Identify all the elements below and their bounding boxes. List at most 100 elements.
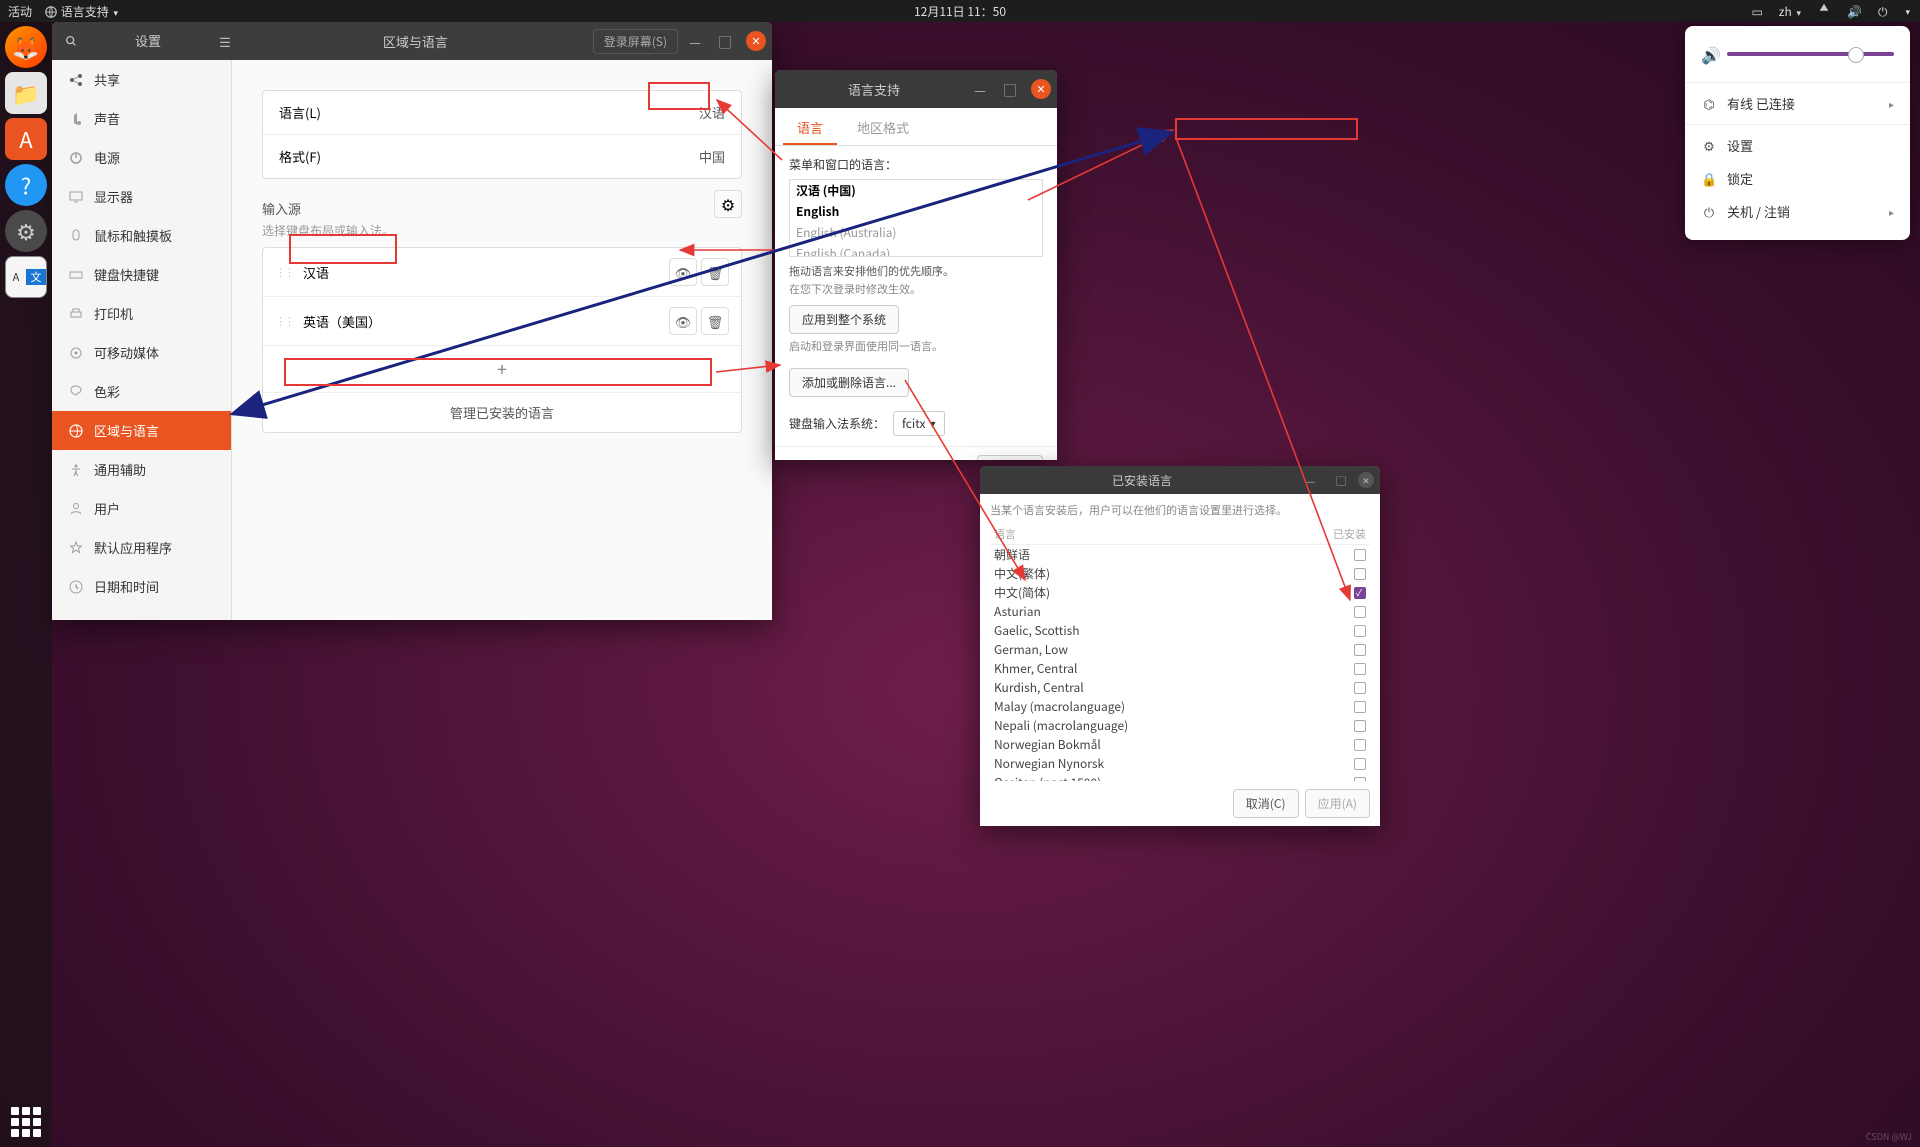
input-source-row[interactable]: ⋮⋮ 英语（美国） 👁 🗑 (263, 297, 741, 346)
input-source-settings-button[interactable]: ⚙ (714, 190, 742, 218)
list-item[interactable]: Occitan (post 1500) (990, 773, 1370, 781)
checkbox[interactable] (1354, 606, 1366, 618)
preview-icon[interactable]: 👁 (669, 258, 697, 286)
list-item[interactable]: 朝鲜语 (990, 545, 1370, 564)
list-item[interactable]: 中文(简体) (990, 583, 1370, 602)
list-item[interactable]: English (Canada) (790, 243, 1042, 257)
close-icon[interactable]: ✕ (1031, 79, 1051, 99)
dock-help-icon[interactable]: ? (5, 164, 47, 206)
ime-select[interactable]: fcitx▾ (893, 411, 945, 436)
installed-list[interactable]: 朝鲜语中文(繁体)中文(简体)AsturianGaelic, ScottishG… (990, 545, 1370, 781)
list-item[interactable]: English (Australia) (790, 222, 1042, 243)
close-icon[interactable]: ✕ (746, 31, 766, 51)
datetime-label[interactable]: 12月11日 11：50 (914, 3, 1006, 20)
sidebar-item-mouse[interactable]: 鼠标和触摸板 (52, 216, 231, 255)
drag-handle-icon[interactable]: ⋮⋮ (275, 264, 293, 280)
apply-button[interactable]: 应用(A) (1305, 789, 1370, 818)
activities-label[interactable]: 活动 (8, 3, 32, 20)
minimize-icon[interactable]: — (967, 76, 993, 102)
sidebar-item-accessibility[interactable]: 通用辅助 (52, 450, 231, 489)
list-item[interactable]: German, Low (990, 640, 1370, 659)
sidebar-item-default-apps[interactable]: 默认应用程序 (52, 528, 231, 567)
menu-language-label: 菜单和窗口的语言： (789, 156, 1043, 173)
input-lang-indicator[interactable]: zh ▾ (1779, 3, 1801, 20)
sidebar-item-sound[interactable]: 声音 (52, 99, 231, 138)
minimize-icon[interactable]: — (682, 28, 708, 54)
menu-lock[interactable]: 🔒锁定 (1685, 162, 1910, 195)
input-source-row[interactable]: ⋮⋮ 汉语 👁 🗑 (263, 248, 741, 297)
sidebar-item-power[interactable]: 电源 (52, 138, 231, 177)
volume-slider[interactable] (1727, 52, 1894, 56)
minimize-icon[interactable]: — (1298, 467, 1324, 493)
menu-power[interactable]: ⏻关机 / 注销▸ (1685, 195, 1910, 228)
add-input-source-button[interactable]: + (263, 346, 741, 393)
list-item[interactable]: Gaelic, Scottish (990, 621, 1370, 640)
checkbox[interactable] (1354, 663, 1366, 675)
menu-wired[interactable]: ⌬有线 已连接▸ (1685, 87, 1910, 120)
tab-language[interactable]: 语言 (783, 112, 837, 145)
sidebar-item-share[interactable]: 共享 (52, 60, 231, 99)
sidebar-item-users[interactable]: 用户 (52, 489, 231, 528)
sidebar-item-datetime[interactable]: 日期和时间 (52, 567, 231, 606)
list-item[interactable]: Khmer, Central (990, 659, 1370, 678)
login-screen-button[interactable]: 登录屏幕(S) (593, 29, 678, 54)
sidebar-item-keyboard[interactable]: 键盘快捷键 (52, 255, 231, 294)
checkbox[interactable] (1354, 568, 1366, 580)
delete-icon[interactable]: 🗑 (701, 307, 729, 335)
format-row[interactable]: 格式(F) 中国 (263, 135, 741, 178)
list-item[interactable]: 汉语 (中国) (790, 180, 1042, 201)
list-item[interactable]: Asturian (990, 602, 1370, 621)
maximize-icon[interactable]: ▢ (997, 76, 1023, 102)
tab-region-format[interactable]: 地区格式 (843, 112, 923, 145)
checkbox[interactable] (1354, 739, 1366, 751)
sidebar-item-media[interactable]: 可移动媒体 (52, 333, 231, 372)
close-button[interactable]: 关闭(C) (977, 455, 1043, 460)
language-list[interactable]: 汉语 (中国) English English (Australia) Engl… (789, 179, 1043, 257)
dock-firefox-icon[interactable]: 🦊 (5, 26, 47, 68)
sidebar-item-printer[interactable]: 打印机 (52, 294, 231, 333)
menu-settings[interactable]: ⚙设置 (1685, 129, 1910, 162)
checkbox[interactable] (1354, 549, 1366, 561)
apply-system-button[interactable]: 应用到整个系统 (789, 305, 899, 334)
checkbox[interactable] (1354, 682, 1366, 694)
volume-icon[interactable]: 🔊 (1847, 3, 1862, 20)
dock-software-icon[interactable]: A (5, 118, 47, 160)
preview-icon[interactable]: 👁 (669, 307, 697, 335)
app-menu[interactable]: 语言支持 ▾ (44, 3, 118, 20)
delete-icon[interactable]: 🗑 (701, 258, 729, 286)
dock-settings-icon[interactable]: ⚙ (5, 210, 47, 252)
checkbox[interactable] (1354, 720, 1366, 732)
list-item[interactable]: English (790, 201, 1042, 222)
language-row[interactable]: 语言(L) 汉语 (263, 91, 741, 135)
drag-handle-icon[interactable]: ⋮⋮ (275, 313, 293, 329)
dock-files-icon[interactable]: 📁 (5, 72, 47, 114)
sidebar-item-display[interactable]: 显示器 (52, 177, 231, 216)
sidebar-item-about[interactable]: +关于 (52, 606, 231, 620)
list-item[interactable]: Malay (macrolanguage) (990, 697, 1370, 716)
power-icon[interactable]: ⏻ (1878, 3, 1888, 20)
list-item[interactable]: Nepali (macrolanguage) (990, 716, 1370, 735)
list-item[interactable]: Norwegian Bokmål (990, 735, 1370, 754)
hamburger-icon[interactable]: ☰ (212, 28, 238, 54)
sidebar-item-region-language[interactable]: 区域与语言 (52, 411, 231, 450)
list-item[interactable]: 中文(繁体) (990, 564, 1370, 583)
dock-language-icon[interactable]: A文 (5, 256, 47, 298)
maximize-icon[interactable]: ▢ (712, 28, 738, 54)
checkbox[interactable] (1354, 625, 1366, 637)
sidebar-item-color[interactable]: 色彩 (52, 372, 231, 411)
checkbox[interactable] (1354, 587, 1366, 599)
checkbox[interactable] (1354, 758, 1366, 770)
close-icon[interactable]: ✕ (1358, 472, 1374, 488)
checkbox[interactable] (1354, 701, 1366, 713)
battery-icon[interactable]: ▭ (1751, 3, 1762, 20)
checkbox[interactable] (1354, 644, 1366, 656)
dock-apps-grid-icon[interactable] (11, 1107, 41, 1137)
network-icon[interactable] (1817, 2, 1831, 20)
list-item[interactable]: Kurdish, Central (990, 678, 1370, 697)
cancel-button[interactable]: 取消(C) (1233, 789, 1299, 818)
maximize-icon[interactable]: ▢ (1328, 467, 1354, 493)
add-remove-lang-button[interactable]: 添加或删除语言... (789, 368, 909, 397)
list-item[interactable]: Norwegian Nynorsk (990, 754, 1370, 773)
manage-languages-button[interactable]: 管理已安装的语言 (263, 393, 741, 432)
search-icon[interactable] (58, 28, 84, 54)
